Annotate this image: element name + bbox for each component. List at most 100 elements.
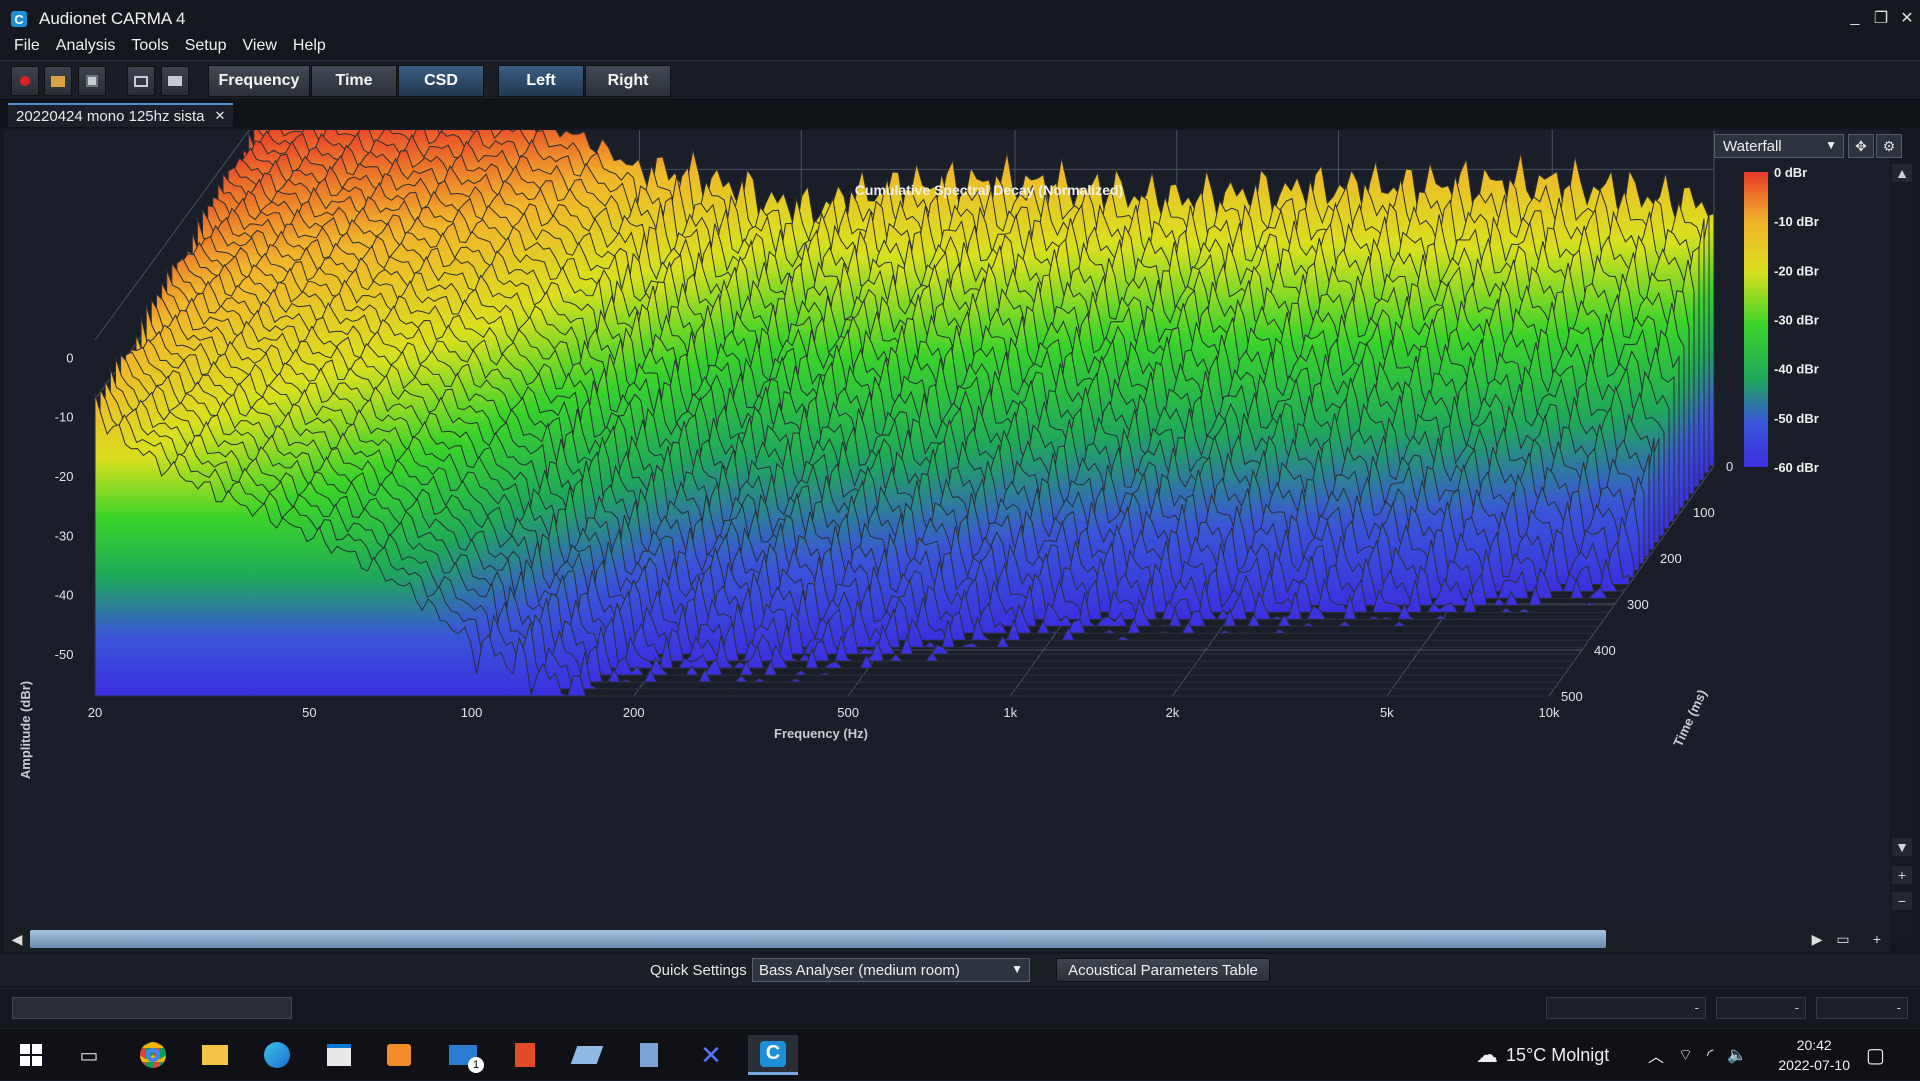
view-mode-select[interactable]: Waterfall ▼ <box>1714 134 1844 158</box>
colorbar-label: -30 dBr <box>1774 313 1819 328</box>
move-icon: ✥ <box>1855 137 1867 154</box>
y-tick-label: 0 <box>66 350 73 365</box>
y-tick-label: -20 <box>55 469 74 484</box>
save-button[interactable] <box>78 66 106 96</box>
colorbar-label: -10 dBr <box>1774 214 1819 229</box>
zoom-out-icon[interactable]: − <box>1892 892 1912 910</box>
z-tick-label: 300 <box>1627 597 1649 612</box>
clock[interactable]: 20:42 2022-07-10 <box>1778 1035 1850 1075</box>
document-tab[interactable]: 20220424 mono 125hz sista ✕ <box>8 103 234 127</box>
taskbar: ▭ 1 ✕ C ☁ 15°C Molnigt ︿ ⌔ ◜ 🔈 20:42 202… <box>0 1028 1920 1080</box>
scroll-left-icon[interactable]: ◀ <box>8 930 26 948</box>
scroll-up-icon[interactable]: ▲ <box>1892 164 1912 182</box>
carma-icon[interactable]: C <box>748 1035 798 1075</box>
media-player-icon[interactable] <box>374 1035 424 1075</box>
notifications-icon[interactable]: ▢ <box>1866 1029 1885 1081</box>
windows-start-icon[interactable] <box>6 1035 56 1075</box>
file-explorer-icon[interactable] <box>190 1035 240 1075</box>
x-tick-label: 2k <box>1166 705 1180 720</box>
z-axis-label: Time (ms) <box>1670 687 1709 749</box>
close-tab-icon[interactable]: ✕ <box>214 108 225 124</box>
chevron-down-icon: ▼ <box>1825 138 1837 152</box>
y-tick-label: -30 <box>55 528 74 543</box>
cross-app-icon[interactable]: ✕ <box>686 1035 736 1075</box>
y-tick-label: -50 <box>55 647 74 662</box>
quick-settings-bar: Quick Settings Bass Analyser (medium roo… <box>0 954 1920 986</box>
z-tick-label: 400 <box>1594 643 1616 658</box>
acoustical-parameters-button[interactable]: Acoustical Parameters Table <box>1056 958 1270 982</box>
calculator-icon[interactable] <box>624 1035 674 1075</box>
y-tick-label: -40 <box>55 588 74 603</box>
menu-bar: File Analysis Tools Setup View Help <box>0 34 1920 58</box>
progress-bar <box>12 997 292 1019</box>
chart-title: Cumulative Spectral Decay (Normalized) <box>855 182 1123 198</box>
colorbar-label: 0 dBr <box>1774 165 1807 180</box>
zoom-plus-icon[interactable]: + <box>1868 930 1886 948</box>
print-icon <box>168 76 182 86</box>
tab-time[interactable]: Time <box>311 65 397 97</box>
open-button[interactable] <box>44 66 72 96</box>
window-title: Audionet CARMA 4 <box>39 9 186 28</box>
menu-analysis[interactable]: Analysis <box>56 37 116 55</box>
colorbar-label: -40 dBr <box>1774 362 1819 377</box>
store-icon[interactable] <box>314 1035 364 1075</box>
fit-view-icon[interactable]: ▭ <box>1834 930 1852 948</box>
office-icon[interactable] <box>500 1035 550 1075</box>
menu-file[interactable]: File <box>14 37 40 55</box>
scroll-thumb[interactable] <box>30 930 1606 948</box>
screenshot-icon <box>134 75 148 87</box>
scroll-right-icon[interactable]: ▶ <box>1808 930 1826 948</box>
quick-settings-select[interactable]: Bass Analyser (medium room) ▼ <box>752 958 1030 982</box>
scroll-down-icon[interactable]: ▼ <box>1892 838 1912 856</box>
menu-view[interactable]: View <box>243 37 277 55</box>
settings-button[interactable]: ⚙ <box>1876 134 1902 158</box>
x-tick-label: 100 <box>461 705 483 720</box>
mail-icon[interactable]: 1 <box>438 1035 488 1075</box>
x-tick-label: 10k <box>1539 705 1560 720</box>
y-tick-label: -10 <box>55 410 74 425</box>
system-tray: ︿ ⌔ ◜ 🔈 <box>1648 1029 1747 1081</box>
vertical-scrollbar[interactable]: ▲ ▼ + − <box>1890 162 1914 938</box>
tab-frequency[interactable]: Frequency <box>208 65 310 97</box>
x-tick-label: 200 <box>623 705 645 720</box>
record-button[interactable] <box>11 66 39 96</box>
channel-left[interactable]: Left <box>498 65 584 97</box>
wifi-icon[interactable]: ◜ <box>1707 1045 1713 1065</box>
channel-right[interactable]: Right <box>585 65 671 97</box>
move-button[interactable]: ✥ <box>1848 134 1874 158</box>
horizontal-scrollbar[interactable]: ◀ ▶ ▭ + <box>4 926 1890 952</box>
tab-csd[interactable]: CSD <box>398 65 484 97</box>
weather-widget[interactable]: ☁ 15°C Molnigt <box>1476 1029 1609 1081</box>
document-tab-bar: 20220424 mono 125hz sista ✕ <box>0 101 1920 128</box>
mail-badge: 1 <box>468 1057 484 1073</box>
z-tick-label: 500 <box>1561 689 1583 704</box>
menu-help[interactable]: Help <box>293 37 326 55</box>
task-view-icon[interactable]: ▭ <box>64 1035 114 1075</box>
edge-icon[interactable] <box>252 1035 302 1075</box>
x-tick-label: 20 <box>88 705 102 720</box>
menu-tools[interactable]: Tools <box>131 37 168 55</box>
carma-app-icon: C <box>11 11 27 27</box>
toolbar: Frequency Time CSD Left Right <box>0 60 1920 100</box>
x-tick-label: 5k <box>1380 705 1394 720</box>
colorbar-label: -60 dBr <box>1774 460 1819 475</box>
restore-button[interactable]: ❐ <box>1868 0 1894 36</box>
menu-setup[interactable]: Setup <box>185 37 227 55</box>
window-controls: _ ❐ ✕ <box>1842 0 1920 36</box>
print-button[interactable] <box>161 66 189 96</box>
quick-settings-label: Quick Settings <box>650 962 747 979</box>
colorbar-label: -20 dBr <box>1774 263 1819 278</box>
screenshot-button[interactable] <box>127 66 155 96</box>
x-tick-label: 500 <box>837 705 859 720</box>
volume-icon[interactable]: 🔈 <box>1727 1045 1747 1065</box>
z-tick-label: 200 <box>1660 551 1682 566</box>
chrome-icon[interactable] <box>128 1035 178 1075</box>
y-axis-label: Amplitude (dBr) <box>18 681 33 779</box>
chevron-up-icon[interactable]: ︿ <box>1648 1043 1664 1067</box>
network-icon[interactable]: ⌔ <box>1678 1045 1693 1065</box>
close-button[interactable]: ✕ <box>1894 0 1920 36</box>
zoom-in-icon[interactable]: + <box>1892 866 1912 884</box>
network-tool-icon[interactable] <box>562 1035 612 1075</box>
minimize-button[interactable]: _ <box>1842 0 1868 36</box>
csd-waterfall-chart[interactable]: 20 50 100 200 500 1k 2k 5k 10k 0 -10 -20 -30 -40 -50 0 1… <box>4 109 1890 926</box>
